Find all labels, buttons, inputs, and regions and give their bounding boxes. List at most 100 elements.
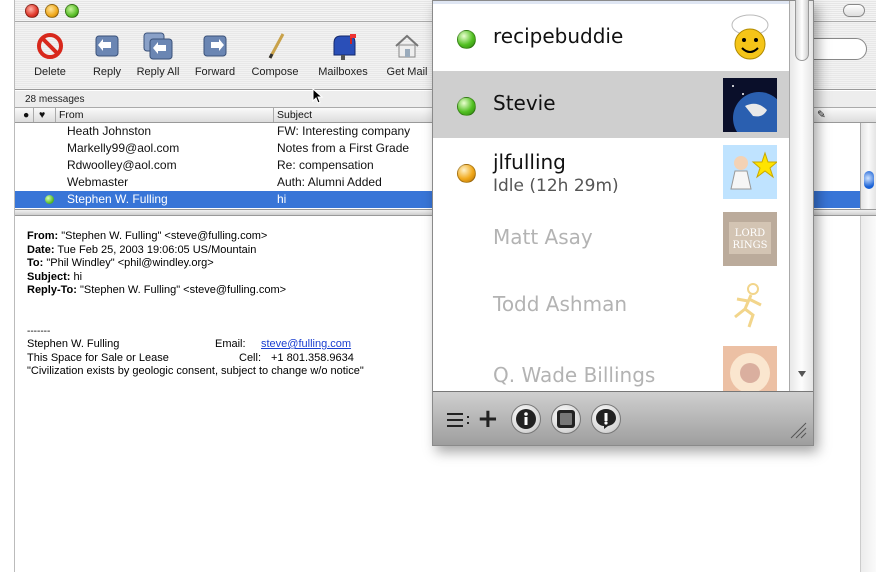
signature-email-link[interactable]: steve@fulling.com — [261, 338, 351, 352]
read-status-column-icon[interactable]: ● — [23, 109, 29, 121]
reply-all-icon — [143, 32, 173, 60]
reply-all-button[interactable]: Reply All — [131, 28, 185, 78]
buddy-name: jlfulling — [493, 150, 566, 174]
scroll-thumb[interactable] — [795, 0, 809, 61]
signature-tagline: This Space for Sale or Lease — [27, 351, 169, 364]
toolbar-toggle-button[interactable] — [843, 4, 865, 17]
chat-icon — [557, 410, 575, 428]
get-mail-icon — [395, 34, 419, 58]
earth-buddy-icon — [723, 78, 777, 132]
date-header-value: Tue Feb 25, 2003 19:06:05 US/Mountain — [54, 243, 257, 256]
reply-label: Reply — [92, 66, 122, 78]
subject-column-header[interactable]: Subject — [277, 109, 312, 121]
reply-button[interactable]: Reply — [87, 28, 127, 78]
date-header-label: Date: — [27, 243, 55, 256]
buddy-name: Matt Asay — [493, 225, 593, 249]
from-header-value: "Stephen W. Fulling" <steve@fulling.com> — [58, 230, 268, 242]
buddy-row-matt-asay[interactable]: Matt Asay LORD RINGS — [433, 205, 789, 272]
warn-button[interactable] — [591, 404, 621, 434]
zoom-button[interactable] — [65, 4, 79, 18]
online-status-icon — [457, 30, 476, 49]
from-column-header[interactable]: From — [59, 109, 84, 121]
abstract-buddy-icon — [723, 346, 777, 391]
buddy-name: recipebuddie — [493, 24, 624, 48]
buddy-list-window: recipebuddie Stevie jlfulling Idle (12h … — [432, 0, 814, 446]
flag-column-icon[interactable]: ♥ — [39, 109, 45, 121]
get-mail-button[interactable]: Get Mail — [379, 28, 435, 78]
reply-to-header-label: Reply-To: — [27, 284, 77, 296]
message-subject: FW: Interesting company — [277, 124, 411, 138]
attachment-column-icon[interactable]: ✎ — [817, 109, 826, 121]
signature-cell-value: +1 801.358.9634 — [271, 351, 354, 364]
buddy-status: Idle (12h 29m) — [493, 176, 619, 196]
buddy-list: recipebuddie Stevie jlfulling Idle (12h … — [433, 1, 789, 391]
online-status-icon — [457, 97, 476, 116]
mailboxes-icon — [333, 34, 356, 60]
preview-scrollbar[interactable] — [860, 216, 876, 572]
buddy-row-todd-ashman[interactable]: Todd Ashman — [433, 272, 789, 339]
message-subject: Auth: Alumni Added — [277, 175, 382, 189]
subject-header-value: hi — [70, 270, 83, 283]
message-from: Webmaster — [67, 175, 129, 189]
close-button[interactable] — [25, 4, 39, 18]
scroll-thumb[interactable] — [864, 171, 874, 189]
buddy-list-scrollbar[interactable] — [789, 0, 813, 391]
scroll-down-arrow-icon[interactable] — [796, 369, 808, 379]
forward-icon — [203, 35, 227, 57]
signature-name: Stephen W. Fulling — [27, 338, 120, 350]
compose-label: Compose — [251, 66, 299, 78]
message-from: Heath Johnston — [67, 124, 152, 138]
svg-text:RINGS: RINGS — [732, 240, 767, 251]
svg-text:LORD: LORD — [735, 228, 765, 239]
info-icon — [516, 409, 536, 429]
buddy-row-q-wade-billings[interactable]: Q. Wade Billings — [433, 339, 789, 391]
to-header-value: "Phil Windley" <phil@windley.org> — [43, 257, 214, 269]
minimize-button[interactable] — [45, 4, 59, 18]
mailboxes-label: Mailboxes — [318, 66, 368, 78]
resize-grip-icon[interactable] — [785, 417, 807, 439]
buddy-name: Q. Wade Billings — [493, 363, 656, 387]
message-subject: Re: compensation — [277, 158, 374, 172]
get-mail-label: Get Mail — [386, 66, 428, 78]
compose-icon — [268, 33, 285, 59]
mailboxes-button[interactable]: Mailboxes — [311, 28, 375, 78]
message-subject: Notes from a First Grade — [277, 141, 410, 155]
running-man-buddy-icon — [723, 279, 777, 333]
delete-icon — [37, 33, 63, 59]
mouse-cursor-icon — [312, 88, 324, 104]
reply-all-label: Reply All — [136, 66, 180, 78]
alert-icon — [596, 409, 616, 429]
delete-button[interactable]: Delete — [29, 28, 71, 78]
signature-email-label: Email: — [215, 338, 246, 350]
message-from: Stephen W. Fulling — [67, 192, 168, 206]
book-cover-buddy-icon: LORD RINGS — [723, 212, 777, 266]
message-from: Rdwoolley@aol.com — [67, 158, 177, 172]
message-from: Markelly99@aol.com — [67, 141, 180, 155]
online-status-icon — [45, 195, 54, 204]
list-menu-icon[interactable] — [447, 412, 473, 433]
from-header-label: From: — [27, 230, 59, 242]
idle-status-icon — [457, 164, 476, 183]
forward-label: Forward — [194, 66, 236, 78]
message-subject: hi — [277, 192, 287, 206]
buddy-name: Stevie — [493, 91, 556, 115]
info-button[interactable] — [511, 404, 541, 434]
send-message-button[interactable] — [551, 404, 581, 434]
compose-button[interactable]: Compose — [249, 28, 301, 78]
buddy-row-jlfulling[interactable]: jlfulling Idle (12h 29m) — [433, 138, 789, 205]
subject-header-label: Subject: — [27, 270, 71, 283]
add-buddy-icon[interactable]: + — [477, 404, 499, 434]
chef-smiley-buddy-icon — [723, 11, 777, 65]
to-header-label: To: — [27, 257, 44, 269]
message-list-scrollbar[interactable] — [860, 123, 876, 209]
signature-cell-label: Cell: — [239, 351, 262, 364]
reply-icon — [95, 35, 119, 57]
delete-label: Delete — [34, 66, 66, 78]
forward-button[interactable]: Forward — [191, 28, 239, 78]
buddy-row-recipebuddie[interactable]: recipebuddie — [433, 4, 789, 71]
fairy-buddy-icon — [723, 145, 777, 199]
buddy-toolbar: + — [433, 391, 813, 445]
buddy-row-stevie[interactable]: Stevie — [433, 71, 789, 138]
reply-to-header-value: "Stephen W. Fulling" <steve@fulling.com> — [76, 284, 287, 296]
buddy-name: Todd Ashman — [493, 292, 627, 316]
